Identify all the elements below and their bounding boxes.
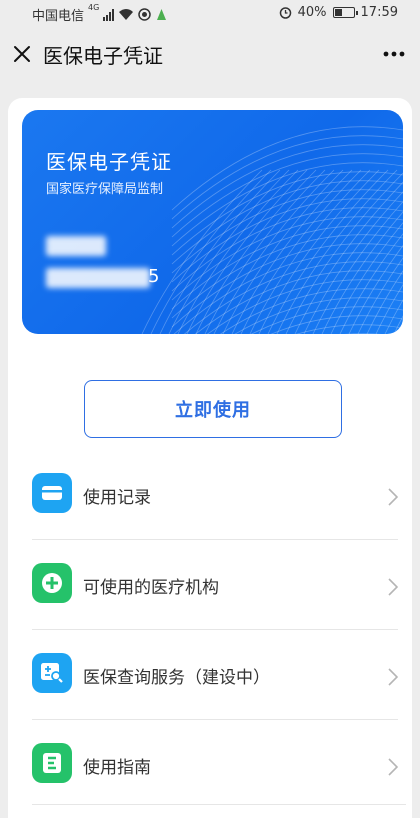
menu-list: 使用记录 可使用的医疗机构 医保查询服务（建设中） 使用指南	[8, 450, 412, 810]
query-icon	[32, 653, 72, 693]
chevron-right-icon	[388, 668, 398, 686]
menu-label: 可使用的医疗机构	[83, 578, 219, 598]
clock: 17:59	[360, 5, 398, 20]
status-left: 中国电信 4G	[32, 3, 168, 24]
medical-insurance-card[interactable]: 医保电子凭证 国家医疗保障局监制 5	[22, 110, 403, 334]
guide-icon	[32, 743, 72, 783]
nav-bar: 医保电子凭证	[0, 28, 420, 80]
content-sheet: 医保电子凭证 国家医疗保障局监制 5 立即使用 使用记录 可使用的医疗机构 医保…	[8, 98, 412, 818]
plus-circle-icon	[32, 563, 72, 603]
close-icon	[14, 46, 30, 62]
menu-item-usage-records[interactable]: 使用记录	[8, 450, 412, 540]
wifi-icon	[119, 9, 134, 20]
menu-label: 使用指南	[83, 758, 151, 778]
alarm-icon	[279, 7, 291, 19]
status-notification-icon	[157, 9, 167, 20]
status-right: 40% 17:59	[279, 5, 398, 20]
menu-label: 使用记录	[83, 488, 151, 508]
chevron-right-icon	[388, 758, 398, 776]
status-app-icon	[138, 8, 152, 21]
id-number-tail: 5	[148, 266, 160, 287]
card-icon	[32, 473, 72, 513]
close-button[interactable]	[6, 38, 38, 70]
page-title: 医保电子凭证	[43, 44, 163, 68]
more-button[interactable]	[378, 38, 410, 70]
battery-icon	[332, 7, 358, 18]
more-icon	[383, 51, 405, 57]
status-bar: 中国电信 4G 40% 17:59	[0, 0, 420, 28]
card-mesh-pattern	[141, 126, 403, 334]
card-subtitle: 国家医疗保障局监制	[46, 182, 164, 197]
use-now-button[interactable]: 立即使用	[84, 380, 342, 438]
menu-item-medical-institutions[interactable]: 可使用的医疗机构	[8, 540, 412, 630]
masked-id-number	[46, 268, 150, 288]
network-label: 4G	[88, 3, 100, 12]
card-title: 医保电子凭证	[46, 150, 172, 174]
signal-icon	[103, 8, 115, 21]
masked-name	[46, 236, 106, 256]
menu-item-insurance-query[interactable]: 医保查询服务（建设中）	[8, 630, 412, 720]
chevron-right-icon	[388, 578, 398, 596]
battery-percent: 40%	[297, 5, 327, 20]
menu-label: 医保查询服务（建设中）	[83, 668, 270, 688]
carrier-label: 中国电信	[32, 9, 85, 24]
chevron-right-icon	[388, 488, 398, 506]
bottom-divider	[32, 804, 406, 805]
menu-item-usage-guide[interactable]: 使用指南	[8, 720, 412, 810]
